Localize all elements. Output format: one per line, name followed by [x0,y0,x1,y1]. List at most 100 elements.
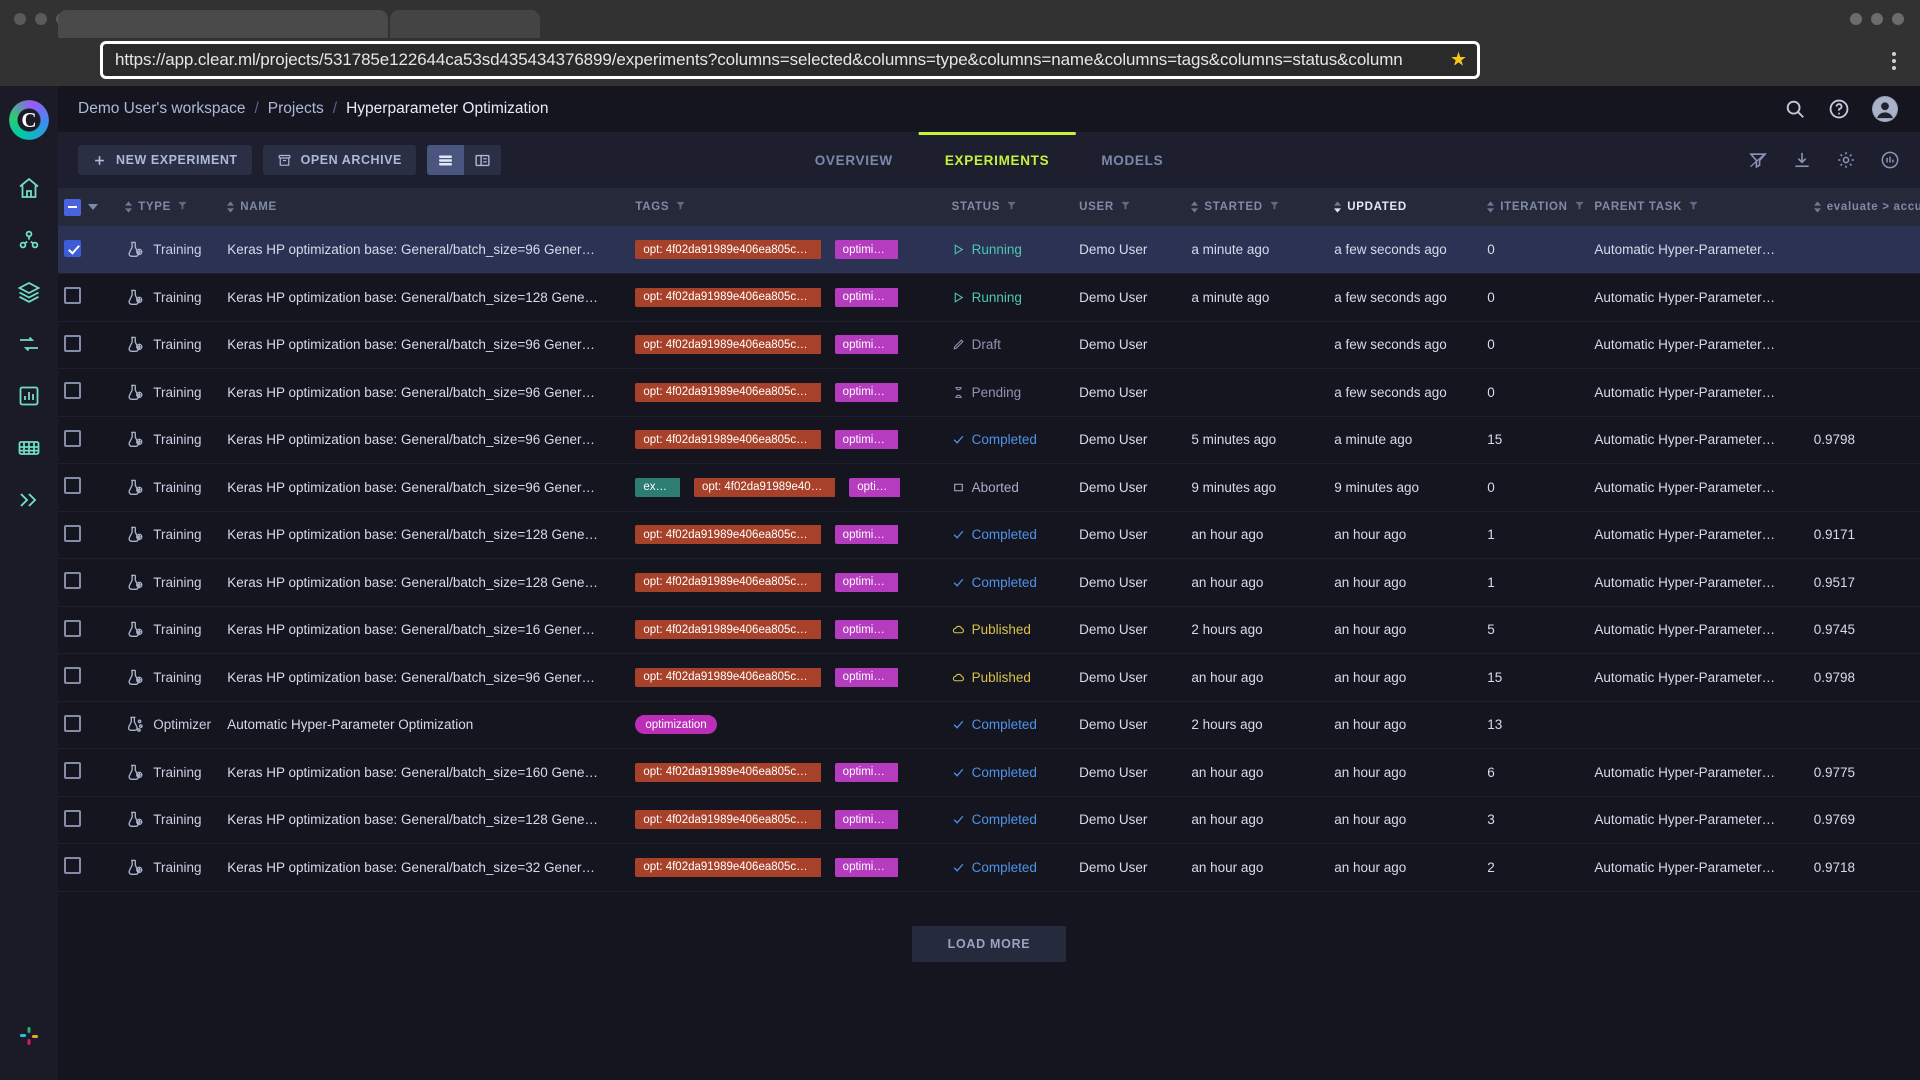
row-checkbox[interactable] [64,762,81,780]
sidebar-item-serving[interactable] [0,474,58,526]
tag-chip[interactable]: opt: 4f02da91989e406ea805c… [635,335,821,355]
table-row[interactable]: Training Keras HP optimization base: Gene… [58,654,1920,702]
sidebar-item-home[interactable] [0,162,58,214]
table-row[interactable]: Training Keras HP optimization base: Gene… [58,559,1920,607]
bookmark-star-icon[interactable]: ★ [1450,51,1467,70]
header-name[interactable]: NAME [221,188,630,226]
row-name-cell[interactable]: Keras HP optimization base: General/batc… [221,559,629,607]
filter-icon[interactable] [1006,200,1017,214]
sidebar-item-workers[interactable] [0,422,58,474]
sort-icon[interactable] [1191,201,1199,213]
tag-chip[interactable]: optimi… [834,382,898,402]
download-icon[interactable] [1792,150,1812,170]
row-select-cell[interactable] [58,796,119,844]
table-row[interactable]: Training Keras HP optimization base: Gene… [58,511,1920,559]
avatar[interactable] [1872,96,1898,122]
row-name-cell[interactable]: Keras HP optimization base: General/batc… [221,796,629,844]
tag-chip[interactable]: optimi… [834,430,898,450]
browser-tab-secondary[interactable] [390,10,540,40]
table-row[interactable]: Training Keras HP optimization base: Gene… [58,844,1920,892]
row-name-cell[interactable]: Keras HP optimization base: General/batc… [221,369,629,417]
row-name-cell[interactable]: Keras HP optimization base: General/batc… [221,416,629,464]
tag-chip[interactable]: opt: 4f02da91989e406ea805c… [635,430,821,450]
row-select-cell[interactable] [58,321,119,369]
table-row[interactable]: Training Keras HP optimization base: Gene… [58,321,1920,369]
filter-icon[interactable] [177,200,188,214]
minimize-window-button[interactable] [35,13,47,25]
row-checkbox[interactable] [64,619,81,637]
header-type[interactable]: TYPE [119,188,222,226]
row-select-cell[interactable] [58,749,119,797]
tag-chip[interactable]: optimi… [834,335,898,355]
table-row[interactable]: Training Keras HP optimization base: Gene… [58,796,1920,844]
tag-chip[interactable]: opt: 4f02da91989e406ea805c… [635,810,821,830]
table-row[interactable]: Training Keras HP optimization base: Gene… [58,274,1920,322]
select-all-checkbox[interactable] [64,198,81,216]
row-name-cell[interactable]: Keras HP optimization base: General/batc… [221,749,629,797]
tag-chip[interactable]: optimi… [834,572,898,592]
breadcrumb-workspace[interactable]: Demo User's workspace [78,100,245,118]
tag-chip[interactable]: optimi… [834,525,898,545]
row-checkbox[interactable] [64,714,81,732]
row-name-cell[interactable]: Keras HP optimization base: General/batc… [221,606,629,654]
tag-chip[interactable]: opt: 4f02da91989e40… [693,477,836,497]
tag-chip[interactable]: opt: 4f02da91989e406ea805c… [635,667,821,687]
sort-icon[interactable] [1813,201,1821,213]
breadcrumb-projects[interactable]: Projects [268,100,324,118]
row-select-cell[interactable] [58,369,119,417]
tab-models[interactable]: MODELS [1075,132,1189,188]
row-select-cell[interactable] [58,654,119,702]
header-user[interactable]: USER [1073,188,1186,226]
row-name-cell[interactable]: Keras HP optimization base: General/batc… [221,274,629,322]
open-archive-button[interactable]: OPEN ARCHIVE [262,145,416,175]
minimize-button[interactable] [1850,13,1862,25]
row-select-cell[interactable] [58,511,119,559]
row-checkbox[interactable] [64,239,81,257]
breadcrumb-current-project[interactable]: Hyperparameter Optimization [346,100,548,118]
tab-overview[interactable]: OVERVIEW [789,132,919,188]
row-name-cell[interactable]: Keras HP optimization base: General/batc… [221,464,629,512]
close-window-button[interactable] [14,13,26,25]
tag-chip[interactable]: optimi… [834,857,898,877]
row-select-cell[interactable] [58,226,119,274]
table-row[interactable]: Training Keras HP optimization base: Gene… [58,226,1920,274]
tag-chip[interactable]: optimi… [834,762,898,782]
tag-chip[interactable]: opt: 4f02da91989e406ea805c… [635,762,821,782]
tag-chip[interactable]: optimi… [834,667,898,687]
close-button[interactable] [1892,13,1904,25]
row-select-cell[interactable] [58,844,119,892]
row-name-cell[interactable]: Keras HP optimization base: General/batc… [221,511,629,559]
clearml-logo[interactable]: C [9,100,49,140]
row-checkbox[interactable] [64,667,81,685]
load-more-button[interactable]: LOAD MORE [911,925,1067,962]
split-view-button[interactable] [463,145,501,175]
row-checkbox[interactable] [64,334,81,352]
url-bar[interactable]: https://app.clear.ml/projects/531785e122… [100,41,1480,79]
sort-icon[interactable] [125,201,133,213]
sidebar-item-reports[interactable] [0,370,58,422]
tag-chip[interactable]: opt: 4f02da91989e406ea805c… [635,382,821,402]
window-buttons-right[interactable] [1850,13,1904,25]
header-started[interactable]: STARTED [1185,188,1329,226]
row-select-cell[interactable] [58,416,119,464]
row-checkbox[interactable] [64,287,81,305]
sidebar-item-pipelines[interactable] [0,318,58,370]
sort-icon-active[interactable] [1334,201,1342,213]
row-checkbox[interactable] [64,429,81,447]
tag-chip[interactable]: optimi… [834,240,898,259]
sidebar-item-datasets[interactable] [0,266,58,318]
browser-menu-icon[interactable] [1892,52,1896,70]
row-select-cell[interactable] [58,559,119,607]
sort-icon[interactable] [1487,201,1495,213]
header-metric[interactable]: evaluate > accura [1807,188,1920,226]
table-view-button[interactable] [426,145,464,175]
row-name-cell[interactable]: Automatic Hyper-Parameter Optimization [221,701,629,749]
search-icon[interactable] [1784,98,1806,120]
compare-icon[interactable] [1880,150,1900,170]
table-row[interactable]: Training Keras HP optimization base: Gene… [58,369,1920,417]
row-name-cell[interactable]: Keras HP optimization base: General/batc… [221,226,629,274]
row-checkbox[interactable] [64,857,81,875]
sort-icon[interactable] [227,201,235,213]
tag-chip[interactable]: opt: 4f02da91989e406ea805c… [635,620,821,640]
browser-tab-active[interactable] [58,10,388,40]
